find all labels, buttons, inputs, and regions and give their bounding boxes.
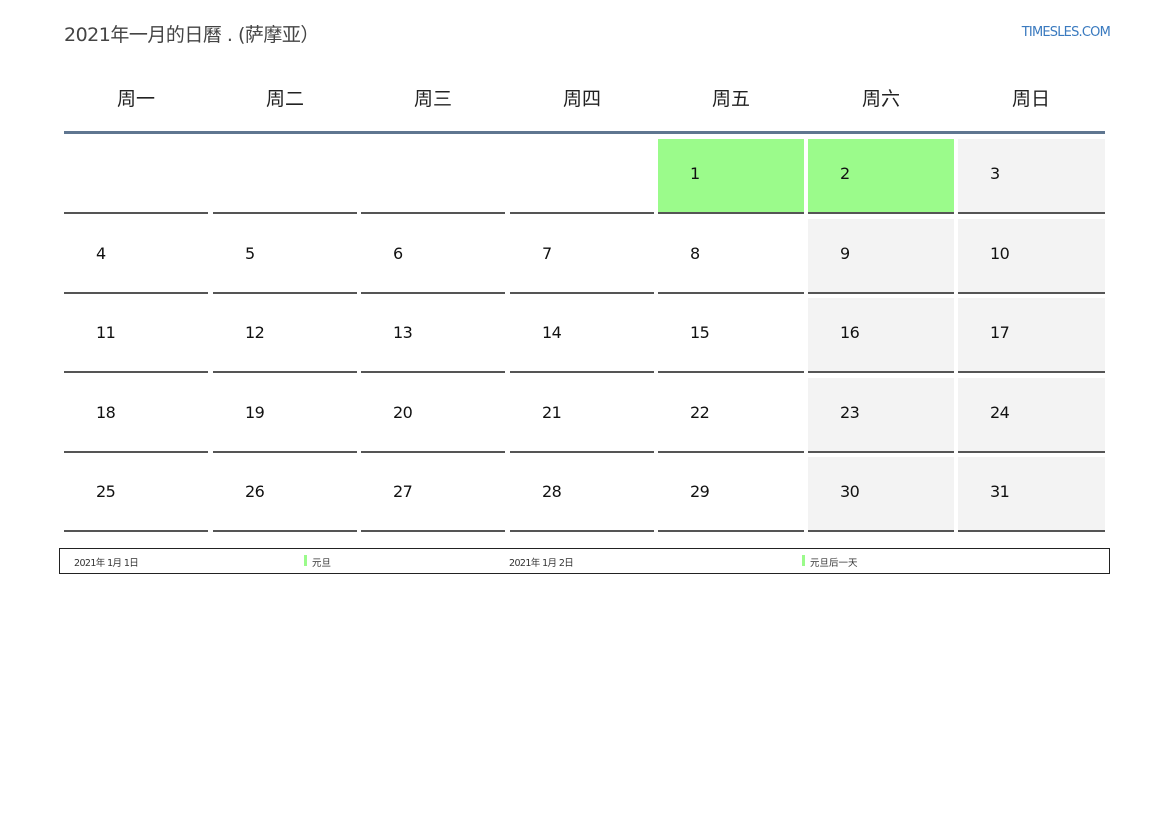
day-cell: 16 bbox=[808, 298, 954, 373]
day-cell: 9 bbox=[808, 219, 954, 294]
weekday-fri: 周五 bbox=[711, 88, 750, 110]
weekday-thu: 周四 bbox=[562, 88, 601, 110]
legend-marker bbox=[304, 555, 307, 566]
day-cell: 31 bbox=[958, 457, 1105, 532]
weekday-sun: 周日 bbox=[1011, 88, 1050, 110]
day-number: 23 bbox=[840, 403, 860, 422]
empty-day-cell bbox=[510, 139, 654, 214]
day-cell: 8 bbox=[658, 219, 804, 294]
weekday-header: 周一 周二 周三 周四 周五 周六 周日 bbox=[64, 70, 1105, 134]
legend-date: 2021年 1月 2日 bbox=[509, 558, 574, 569]
day-number: 16 bbox=[840, 323, 860, 342]
weekday-wed: 周三 bbox=[413, 88, 452, 110]
day-number: 4 bbox=[96, 244, 106, 263]
day-number: 31 bbox=[990, 482, 1010, 501]
day-number: 30 bbox=[840, 482, 860, 501]
day-number: 17 bbox=[990, 323, 1010, 342]
day-number: 20 bbox=[393, 403, 413, 422]
empty-day-cell bbox=[64, 139, 208, 214]
day-number: 11 bbox=[96, 323, 116, 342]
day-number: 3 bbox=[990, 164, 1000, 183]
day-cell: 1 bbox=[658, 139, 804, 214]
day-cell: 4 bbox=[64, 219, 208, 294]
legend-marker bbox=[802, 555, 805, 566]
day-number: 29 bbox=[690, 482, 710, 501]
day-number: 13 bbox=[393, 323, 413, 342]
day-number: 2 bbox=[840, 164, 850, 183]
legend-holiday-name: 元旦 bbox=[312, 558, 332, 569]
day-cell: 10 bbox=[958, 219, 1105, 294]
day-number: 7 bbox=[542, 244, 552, 263]
day-cell: 24 bbox=[958, 378, 1105, 453]
day-cell: 13 bbox=[361, 298, 505, 373]
day-cell: 26 bbox=[213, 457, 357, 532]
day-number: 15 bbox=[690, 323, 710, 342]
day-number: 22 bbox=[690, 403, 710, 422]
day-number: 27 bbox=[393, 482, 413, 501]
day-number: 21 bbox=[542, 403, 562, 422]
day-number: 1 bbox=[690, 164, 700, 183]
day-cell: 11 bbox=[64, 298, 208, 373]
weekday-sat: 周六 bbox=[861, 88, 900, 110]
day-cell: 29 bbox=[658, 457, 804, 532]
day-number: 26 bbox=[245, 482, 265, 501]
day-cell: 30 bbox=[808, 457, 954, 532]
day-cell: 12 bbox=[213, 298, 357, 373]
day-number: 24 bbox=[990, 403, 1010, 422]
day-number: 9 bbox=[840, 244, 850, 263]
day-cell: 2 bbox=[808, 139, 954, 214]
day-number: 25 bbox=[96, 482, 116, 501]
day-cell: 23 bbox=[808, 378, 954, 453]
day-number: 18 bbox=[96, 403, 116, 422]
empty-day-cell bbox=[213, 139, 357, 214]
day-cell: 5 bbox=[213, 219, 357, 294]
holiday-legend: 2021年 1月 1日 元旦 2021年 1月 2日 元旦后一天 bbox=[59, 548, 1110, 574]
day-cell: 25 bbox=[64, 457, 208, 532]
day-number: 12 bbox=[245, 323, 265, 342]
day-number: 8 bbox=[690, 244, 700, 263]
day-cell: 14 bbox=[510, 298, 654, 373]
day-number: 19 bbox=[245, 403, 265, 422]
day-number: 28 bbox=[542, 482, 562, 501]
legend-date: 2021年 1月 1日 bbox=[74, 558, 139, 569]
site-link[interactable]: TIMESLES.COM bbox=[1022, 25, 1111, 40]
day-cell: 19 bbox=[213, 378, 357, 453]
day-cell: 6 bbox=[361, 219, 505, 294]
day-number: 14 bbox=[542, 323, 562, 342]
day-cell: 3 bbox=[958, 139, 1105, 214]
day-number: 6 bbox=[393, 244, 403, 263]
day-cell: 22 bbox=[658, 378, 804, 453]
day-cell: 15 bbox=[658, 298, 804, 373]
day-cell: 27 bbox=[361, 457, 505, 532]
weekday-tue: 周二 bbox=[265, 88, 304, 110]
page-title: 2021年一月的日曆 . (萨摩亚） bbox=[64, 24, 319, 46]
day-cell: 17 bbox=[958, 298, 1105, 373]
day-number: 10 bbox=[990, 244, 1010, 263]
day-cell: 20 bbox=[361, 378, 505, 453]
legend-holiday-name: 元旦后一天 bbox=[810, 558, 858, 569]
day-cell: 21 bbox=[510, 378, 654, 453]
weekday-mon: 周一 bbox=[116, 88, 155, 110]
day-cell: 28 bbox=[510, 457, 654, 532]
day-cell: 18 bbox=[64, 378, 208, 453]
day-number: 5 bbox=[245, 244, 255, 263]
day-cell: 7 bbox=[510, 219, 654, 294]
empty-day-cell bbox=[361, 139, 505, 214]
